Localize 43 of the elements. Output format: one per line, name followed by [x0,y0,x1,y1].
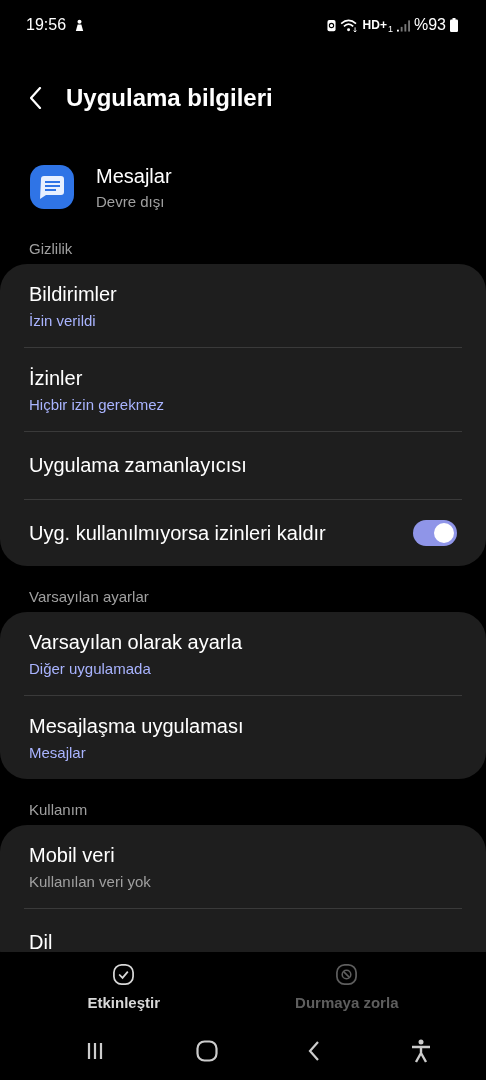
item-title: Bildirimler [29,283,118,306]
section-label: Gizlilik [28,239,74,259]
settings-item[interactable]: Mobil veri Kullanılan veri yok [0,825,486,908]
toggle-switch[interactable] [413,520,457,546]
app-status: Devre dışı [96,192,166,210]
action-button[interactable]: Etkinleştir [87,963,161,1011]
item-subtitle: İzin verildi [29,312,97,329]
item-title: Mesajlaşma uygulaması [29,715,245,738]
figure-icon [74,18,86,32]
check-icon [112,963,136,986]
item-title: Dil [29,931,54,952]
item-subtitle: Kullanılan veri yok [29,873,152,890]
settings-item[interactable]: Dil [0,909,486,952]
section-label: Kullanım [28,800,89,820]
battery-icon [450,18,458,32]
page-title: Uygulama bilgileri [66,84,273,112]
status-time: 19:56 [26,16,67,34]
network-label: HD+ [362,18,387,32]
item-title: İzinler [29,367,84,390]
item-subtitle: Mesajlar [29,744,87,761]
settings-item[interactable]: Varsayılan olarak ayarla Diğer uygulamada [0,612,486,695]
sim-label: 1 [387,24,393,34]
signal-icon [396,18,410,32]
item-title: Mobil veri [29,844,116,867]
section-label: Varsayılan ayarlar [28,587,150,607]
accessibility-icon[interactable] [410,1039,431,1063]
chat-bubble-icon [30,165,74,209]
settings-item[interactable]: Uygulama zamanlayıcısı [0,432,486,499]
item-title: Varsayılan olarak ayarla [29,631,244,654]
item-subtitle: Hiçbir izin gerekmez [29,396,166,413]
settings-item[interactable]: Bildirimler İzin verildi [0,264,486,347]
notification-icon [326,18,336,32]
app-name: Mesajlar [96,164,172,188]
settings-item[interactable]: Mesajlaşma uygulaması Mesajlar [0,696,486,779]
settings-item[interactable]: İzinler Hiçbir izin gerekmez [0,348,486,431]
settings-item[interactable]: Uyg. kullanılmıyorsa izinleri kaldır [0,500,486,566]
wifi-icon [339,18,359,32]
item-title: Uygulama zamanlayıcısı [29,454,248,477]
block-icon [335,963,359,986]
home-icon[interactable] [195,1040,218,1062]
item-subtitle: Diğer uygulamada [29,660,152,677]
back-icon[interactable] [308,1041,321,1061]
battery-level: %93 [413,16,446,34]
